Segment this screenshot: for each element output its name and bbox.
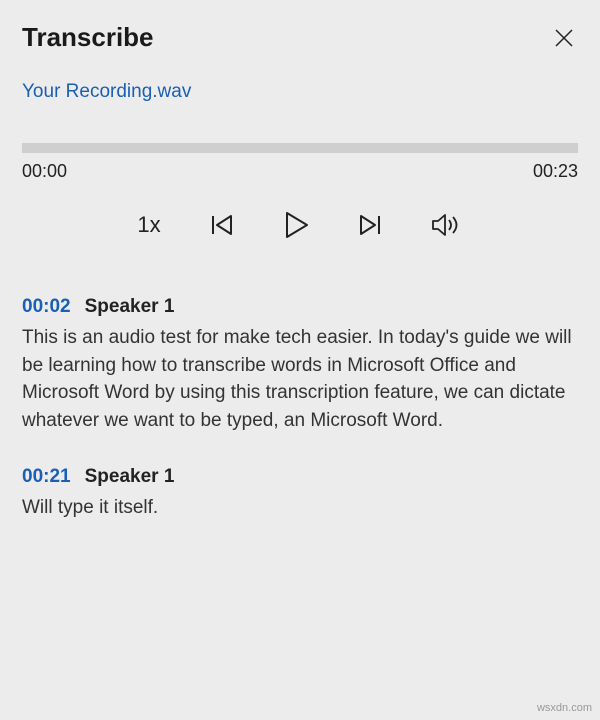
play-icon bbox=[283, 210, 309, 240]
time-display: 00:00 00:23 bbox=[22, 161, 578, 182]
segment-timestamp[interactable]: 00:02 bbox=[22, 296, 71, 318]
close-button[interactable] bbox=[550, 24, 578, 52]
segment-text: Will type it itself. bbox=[22, 494, 578, 522]
audio-progress-bar[interactable] bbox=[22, 143, 578, 153]
close-icon bbox=[554, 28, 574, 48]
panel-title: Transcribe bbox=[22, 22, 154, 53]
segment-text: This is an audio test for make tech easi… bbox=[22, 324, 578, 434]
next-button[interactable] bbox=[357, 212, 383, 238]
skip-previous-icon bbox=[209, 212, 235, 238]
panel-header: Transcribe bbox=[22, 22, 578, 53]
previous-button[interactable] bbox=[209, 212, 235, 238]
watermark-text: wsxdn.com bbox=[537, 702, 592, 714]
transcript-segment: 00:21 Speaker 1 Will type it itself. bbox=[22, 466, 578, 522]
segment-speaker: Speaker 1 bbox=[85, 296, 175, 318]
volume-icon bbox=[431, 212, 463, 238]
playback-controls: 1x bbox=[22, 210, 578, 240]
duration-time: 00:23 bbox=[533, 161, 578, 182]
playback-speed-button[interactable]: 1x bbox=[137, 212, 160, 238]
segment-speaker: Speaker 1 bbox=[85, 466, 175, 488]
segment-timestamp[interactable]: 00:21 bbox=[22, 466, 71, 488]
current-time: 00:00 bbox=[22, 161, 67, 182]
play-button[interactable] bbox=[283, 210, 309, 240]
transcript-segment: 00:02 Speaker 1 This is an audio test fo… bbox=[22, 296, 578, 434]
recording-filename-link[interactable]: Your Recording.wav bbox=[22, 81, 191, 103]
volume-button[interactable] bbox=[431, 212, 463, 238]
skip-next-icon bbox=[357, 212, 383, 238]
